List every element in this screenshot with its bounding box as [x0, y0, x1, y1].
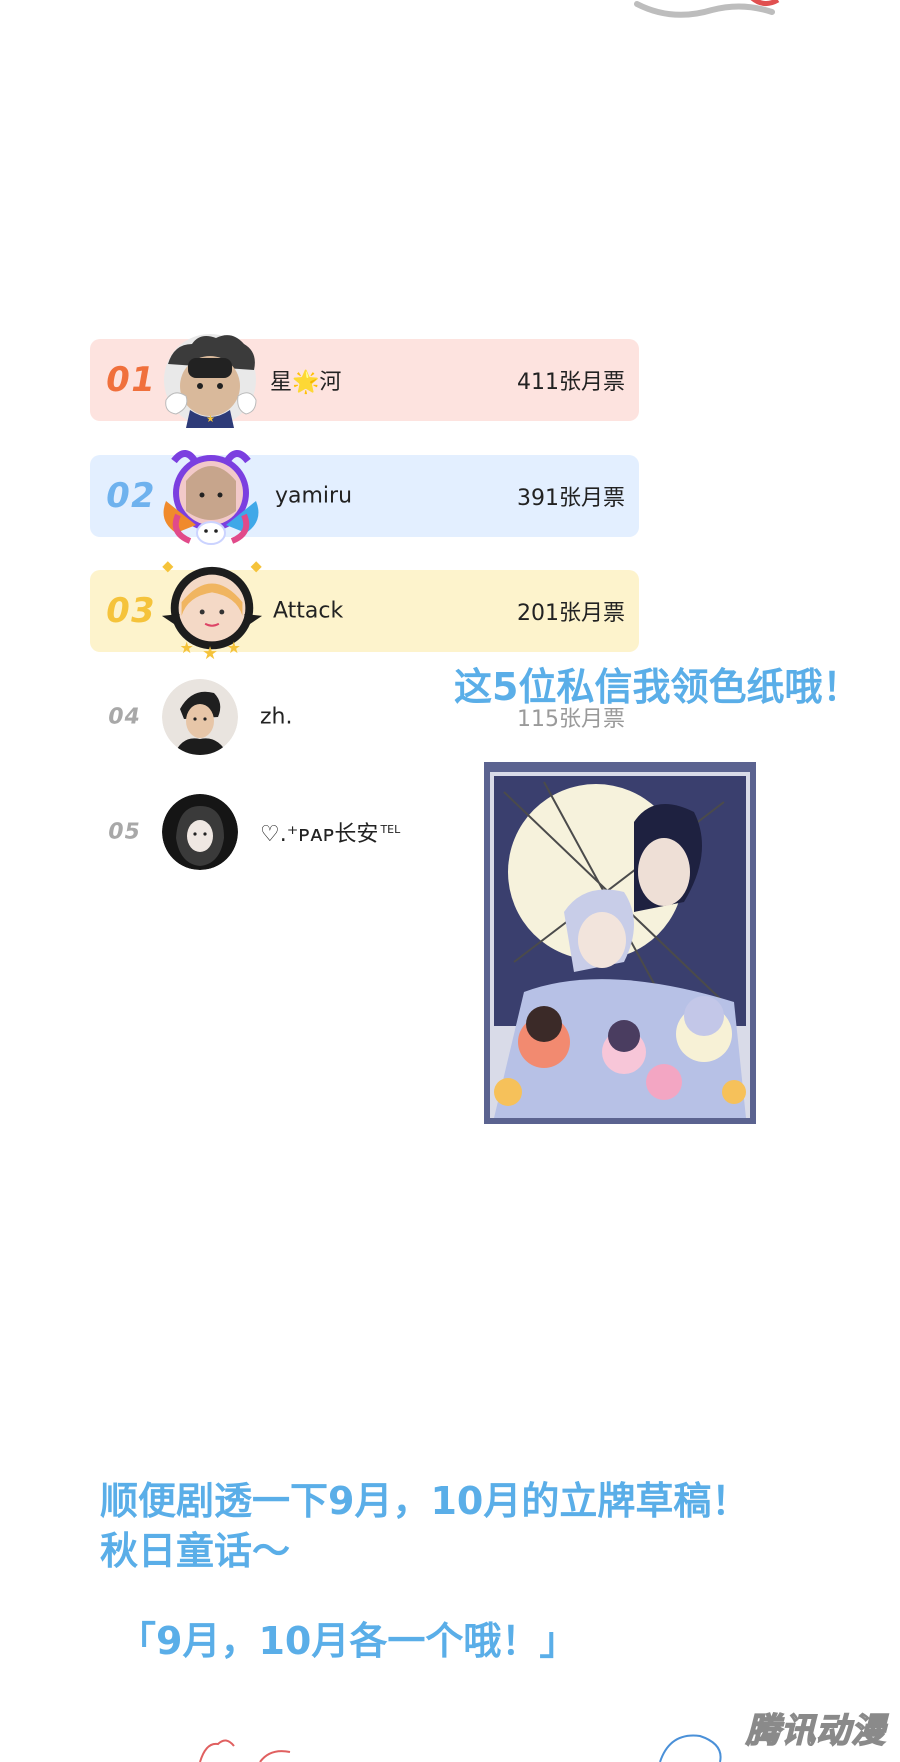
rank-row-3: 03 ★ ★ ★ Attack 201张月票: [90, 561, 639, 664]
spoiler-text: 顺便剧透一下9月，10月的立牌草稿！ 秋日童话～: [100, 1476, 749, 1576]
svg-text:★: ★: [227, 638, 241, 657]
comic-page: 01 ★ 星🌟河 411张月票 02 yamiru 391张月票 03 ★ ★ …: [0, 0, 900, 1762]
user-name: ♡.⁺ᴘᴀᴘ长安 TEL: [260, 816, 400, 848]
user-name: 星🌟河: [270, 370, 342, 395]
vote-count: 201张月票: [517, 601, 625, 626]
bottom-sketch-fragment: [199, 1734, 722, 1762]
svg-text:★: ★: [180, 638, 194, 657]
user-name-text: ♡.⁺ᴘᴀᴘ长安: [260, 822, 379, 847]
top-sketch-fragment: [634, 0, 780, 18]
user-name: yamiru: [275, 483, 353, 509]
callout-text: 这5位私信我领色纸哦！: [454, 665, 861, 709]
user-name: zh.: [260, 704, 293, 730]
watermark-logo: 腾讯动漫: [745, 1710, 886, 1752]
svg-text:★: ★: [202, 644, 218, 664]
user-name-superscript: TEL: [380, 822, 401, 836]
spoiler-note: 「9月，10月各一个哦！」: [118, 1619, 578, 1663]
spoiler-line-1: 顺便剧透一下9月，10月的立牌草稿！: [100, 1479, 750, 1523]
cloud-frame-icon: ★: [164, 334, 257, 428]
svg-text:★: ★: [206, 414, 215, 425]
rank-number: 03: [102, 591, 159, 631]
vote-count: 411张月票: [517, 370, 625, 395]
rank-number: 04: [105, 704, 143, 730]
rank-row-2: 02 yamiru 391张月票: [90, 450, 639, 545]
vote-count: 391张月票: [517, 486, 625, 511]
avatar-photo: [162, 794, 238, 870]
user-name: Attack: [273, 598, 344, 624]
rank-number: 02: [102, 476, 159, 516]
dragon-frame-icon: [163, 450, 259, 545]
star-frame-icon: ★ ★ ★: [161, 561, 263, 664]
avatar-photo: [162, 679, 238, 755]
rank-row-1: 01 ★ 星🌟河 411张月票: [90, 334, 639, 428]
merchandise-photo: [484, 762, 756, 1124]
rank-number: 05: [105, 819, 143, 845]
rank-number: 01: [102, 360, 159, 400]
spoiler-line-2: 秋日童话～: [100, 1529, 291, 1573]
